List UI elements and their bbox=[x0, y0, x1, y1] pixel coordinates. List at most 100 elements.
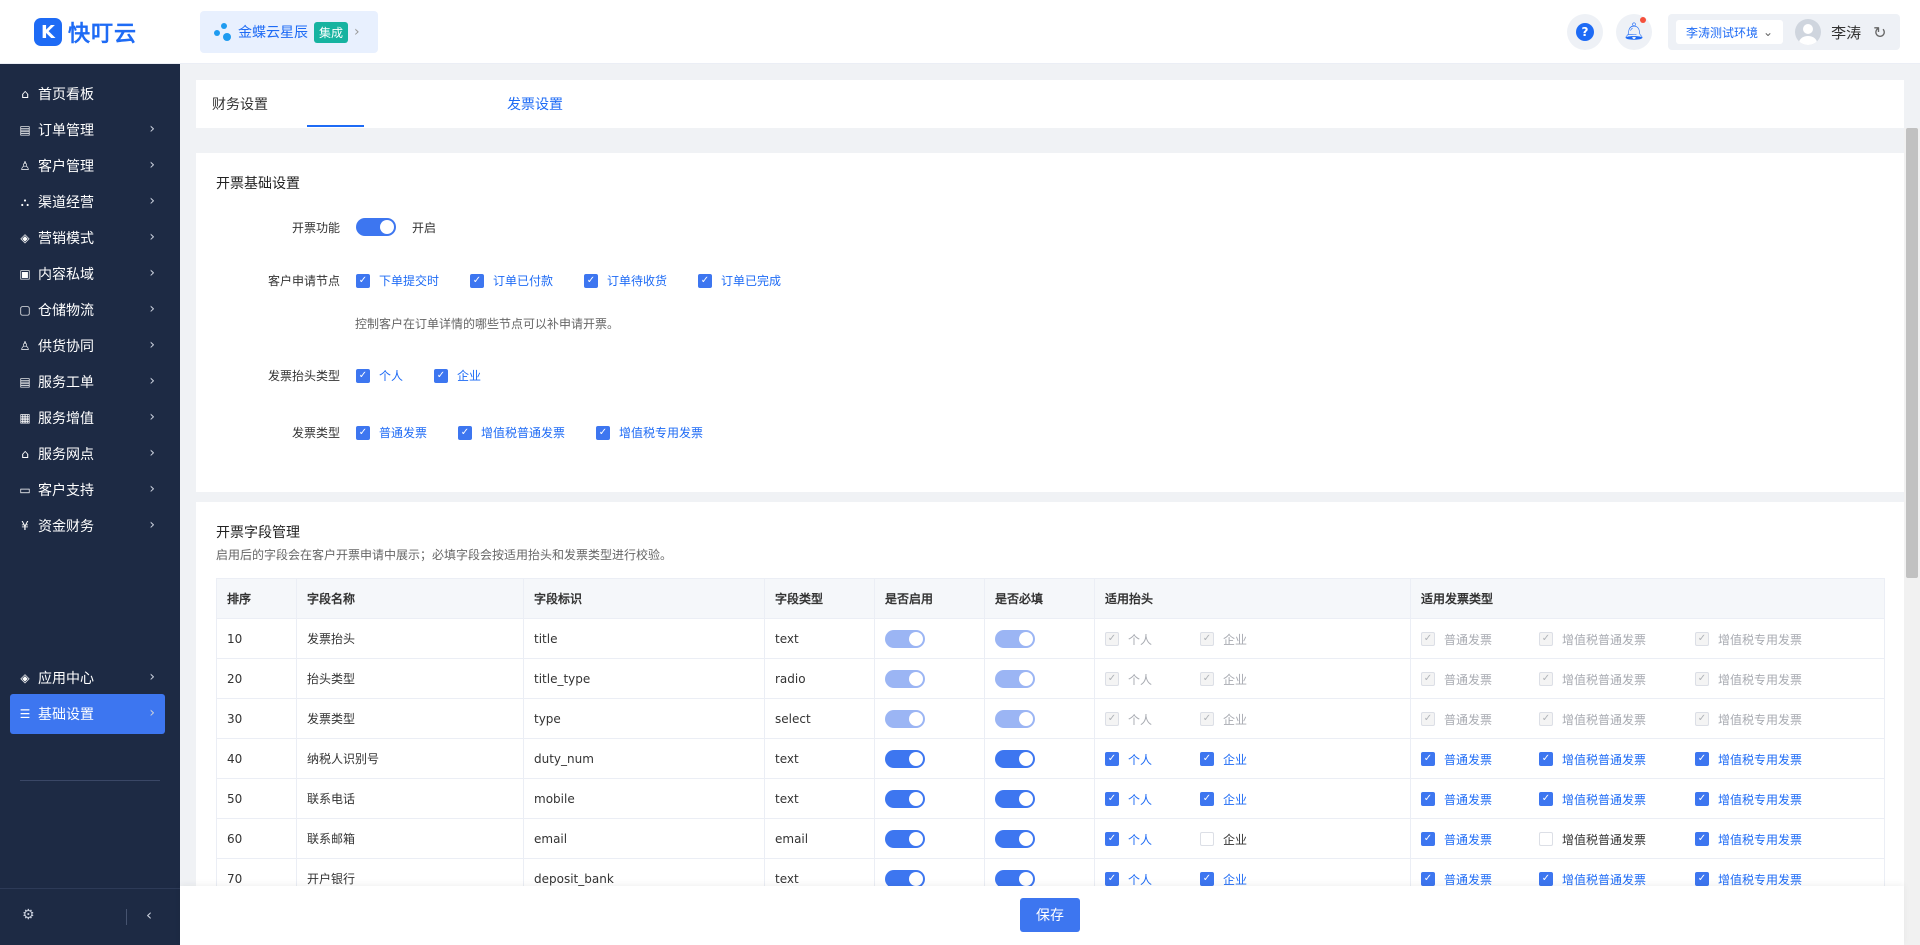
help-button[interactable]: ? bbox=[1567, 14, 1603, 50]
cell-name: 开户银行 bbox=[296, 858, 524, 886]
required-switch[interactable] bbox=[995, 749, 1035, 768]
applicable-header-checkbox[interactable]: ✓ 个人 bbox=[1105, 791, 1152, 808]
save-button[interactable]: 保存 bbox=[1020, 898, 1080, 932]
sidebar-item-2[interactable]: ♙ 客户管理 › bbox=[10, 146, 165, 186]
check-icon: ✓ bbox=[356, 273, 370, 288]
image-icon: ▣ bbox=[19, 267, 31, 281]
avatar[interactable] bbox=[1795, 19, 1822, 45]
required-switch[interactable] bbox=[995, 789, 1035, 808]
applicable-header-checkbox[interactable]: ✓ 企业 bbox=[1200, 791, 1247, 808]
invoice-type-checkbox-0[interactable]: ✓ 普通发票 bbox=[356, 424, 427, 441]
sidebar-item-10[interactable]: ⌂ 服务网点 › bbox=[10, 434, 165, 474]
applicable-invoice-type-checkbox[interactable]: ✓ 增值税普通发票 bbox=[1539, 871, 1646, 886]
enabled-switch[interactable] bbox=[885, 829, 925, 848]
check-icon: ✓ bbox=[1421, 712, 1435, 726]
sidebar-item-6[interactable]: ▢ 仓储物流 › bbox=[10, 290, 165, 330]
check-icon: ✓ bbox=[1695, 832, 1709, 846]
collapse-icon[interactable]: ‹ bbox=[146, 906, 152, 924]
header-type-checkbox-0[interactable]: ✓ 个人 bbox=[356, 367, 403, 384]
cell-key: mobile bbox=[523, 778, 765, 819]
applicable-invoice-type-group: ✓ 普通发票 ✓ 增值税普通发票 ✓ 增值税专用发票 bbox=[1421, 631, 1884, 647]
applicable-invoice-type-checkbox[interactable]: ✓ 普通发票 bbox=[1421, 831, 1492, 848]
enabled-switch[interactable] bbox=[885, 789, 925, 808]
chevron-right-icon: › bbox=[149, 265, 155, 281]
applicable-header-checkbox[interactable]: ✓ 个人 bbox=[1105, 871, 1152, 886]
check-icon: ✓ bbox=[1105, 832, 1119, 846]
cell-order: 20 bbox=[216, 658, 297, 699]
tab-invoice-settings[interactable]: 发票设置 bbox=[507, 94, 563, 114]
sidebar-item-11[interactable]: ▭ 客户支持 › bbox=[10, 470, 165, 510]
header-type-checkbox-1[interactable]: ✓ 企业 bbox=[434, 367, 481, 384]
applicable-header-checkbox[interactable]: ✓ 企业 bbox=[1200, 751, 1247, 768]
applicable-invoice-type-checkbox[interactable]: ✓ 增值税专用发票 bbox=[1695, 831, 1802, 848]
sidebar-item-13[interactable]: ◈ 应用中心 › bbox=[10, 658, 165, 698]
scrollbar-thumb[interactable] bbox=[1906, 128, 1918, 578]
sidebar-item-14[interactable]: ☰ 基础设置 › bbox=[10, 694, 165, 734]
apply-node-label: 客户申请节点 bbox=[267, 274, 340, 288]
sidebar-item-1[interactable]: ▤ 订单管理 › bbox=[10, 110, 165, 150]
applicable-invoice-type-label: 增值税普通发票 bbox=[1562, 672, 1647, 687]
sidebar-item-label: 内容私域 bbox=[38, 267, 94, 283]
sidebar-item-3[interactable]: ⛬ 渠道经营 › bbox=[10, 182, 165, 222]
settings-tabs: 财务设置 发票设置 bbox=[196, 80, 1904, 128]
apply-node-hint: 控制客户在订单详情的哪些节点可以补申请开票。 bbox=[355, 317, 620, 331]
env-select[interactable]: 李涛测试环境 ⌄ bbox=[1676, 20, 1784, 44]
applicable-invoice-type-checkbox[interactable]: ✓ 普通发票 bbox=[1421, 751, 1492, 768]
applicable-invoice-type-checkbox[interactable]: ✓ 普通发票 bbox=[1421, 871, 1492, 886]
apply-node-checkbox-1[interactable]: ✓ 订单已付款 bbox=[470, 272, 553, 289]
apply-node-checkbox-0[interactable]: ✓ 下单提交时 bbox=[356, 272, 439, 289]
applicable-header-label: 企业 bbox=[1223, 752, 1248, 767]
sidebar-item-7[interactable]: ♙ 供货协同 › bbox=[10, 326, 165, 366]
check-icon: ✓ bbox=[356, 425, 370, 440]
applicable-header-checkbox[interactable]: ✓ 企业 bbox=[1200, 871, 1247, 886]
applicable-invoice-type-checkbox[interactable]: ✓ 增值税专用发票 bbox=[1695, 751, 1802, 768]
applicable-invoice-type-checkbox[interactable]: ✓ 增值税普通发票 bbox=[1539, 831, 1646, 848]
applicable-header-group: ✓ 个人 ✓ 企业 bbox=[1105, 791, 1410, 807]
check-icon: ✓ bbox=[1200, 872, 1214, 886]
applicable-invoice-type-checkbox[interactable]: ✓ 普通发票 bbox=[1421, 791, 1492, 808]
support-icon: ▭ bbox=[19, 483, 31, 497]
sidebar-item-9[interactable]: ▦ 服务增值 › bbox=[10, 398, 165, 438]
applicable-header-checkbox[interactable]: ✓ 个人 bbox=[1105, 751, 1152, 768]
check-icon: ✓ bbox=[1695, 712, 1709, 726]
applicable-invoice-type-checkbox[interactable]: ✓ 增值税普通发票 bbox=[1539, 791, 1646, 808]
enabled-switch bbox=[885, 669, 925, 688]
apply-node-checkbox-3[interactable]: ✓ 订单已完成 bbox=[698, 272, 781, 289]
gear-icon[interactable]: ⚙ bbox=[22, 907, 35, 923]
tab-finance-settings[interactable]: 财务设置 bbox=[212, 94, 268, 114]
sidebar-item-0[interactable]: ⌂ 首页看板 bbox=[10, 74, 165, 114]
refresh-icon[interactable]: ↻ bbox=[1873, 23, 1886, 42]
invoice-type-checkbox-2[interactable]: ✓ 增值税专用发票 bbox=[596, 424, 703, 441]
sidebar-item-12[interactable]: ¥ 资金财务 › bbox=[10, 506, 165, 546]
required-switch[interactable] bbox=[995, 869, 1035, 886]
sidebar-item-label: 服务增值 bbox=[38, 411, 94, 427]
invoice-func-switch[interactable] bbox=[356, 218, 396, 236]
apply-node-checkbox-2[interactable]: ✓ 订单待收货 bbox=[584, 272, 667, 289]
enabled-switch[interactable] bbox=[885, 749, 925, 768]
user-name[interactable]: 李涛 bbox=[1831, 22, 1861, 43]
applicable-header-checkbox[interactable]: ✓ 个人 bbox=[1105, 831, 1152, 848]
required-switch bbox=[995, 669, 1035, 688]
active-tab-indicator bbox=[307, 125, 364, 127]
app-switcher[interactable]: 金蝶云星辰 集成 › bbox=[200, 11, 378, 53]
check-icon: ✓ bbox=[1539, 792, 1553, 806]
enabled-switch[interactable] bbox=[885, 869, 925, 886]
applicable-invoice-type-checkbox[interactable]: ✓ 增值税专用发票 bbox=[1695, 871, 1802, 886]
sidebar-item-4[interactable]: ◈ 营销模式 › bbox=[10, 218, 165, 258]
check-icon: ✓ bbox=[1421, 672, 1435, 686]
cell-type: select bbox=[764, 698, 875, 739]
sidebar-item-8[interactable]: ▤ 服务工单 › bbox=[10, 362, 165, 402]
home-icon: ⌂ bbox=[21, 87, 29, 101]
apply-node-label: 订单已完成 bbox=[721, 274, 782, 288]
check-icon: ✓ bbox=[596, 425, 610, 440]
invoice-type-checkbox-1[interactable]: ✓ 增值税普通发票 bbox=[458, 424, 565, 441]
applicable-header-checkbox[interactable]: ✓ 企业 bbox=[1200, 831, 1247, 848]
applicable-invoice-type-label: 增值税普通发票 bbox=[1562, 712, 1647, 727]
applicable-invoice-type-checkbox[interactable]: ✓ 增值税专用发票 bbox=[1695, 791, 1802, 808]
notification-button[interactable]: 🔔︎ bbox=[1616, 14, 1652, 50]
logo[interactable]: K 快叮云 bbox=[34, 16, 137, 48]
applicable-invoice-type-checkbox[interactable]: ✓ 增值税普通发票 bbox=[1539, 751, 1646, 768]
required-switch[interactable] bbox=[995, 829, 1035, 848]
sidebar-item-5[interactable]: ▣ 内容私域 › bbox=[10, 254, 165, 294]
check-icon: ✓ bbox=[1539, 712, 1553, 726]
